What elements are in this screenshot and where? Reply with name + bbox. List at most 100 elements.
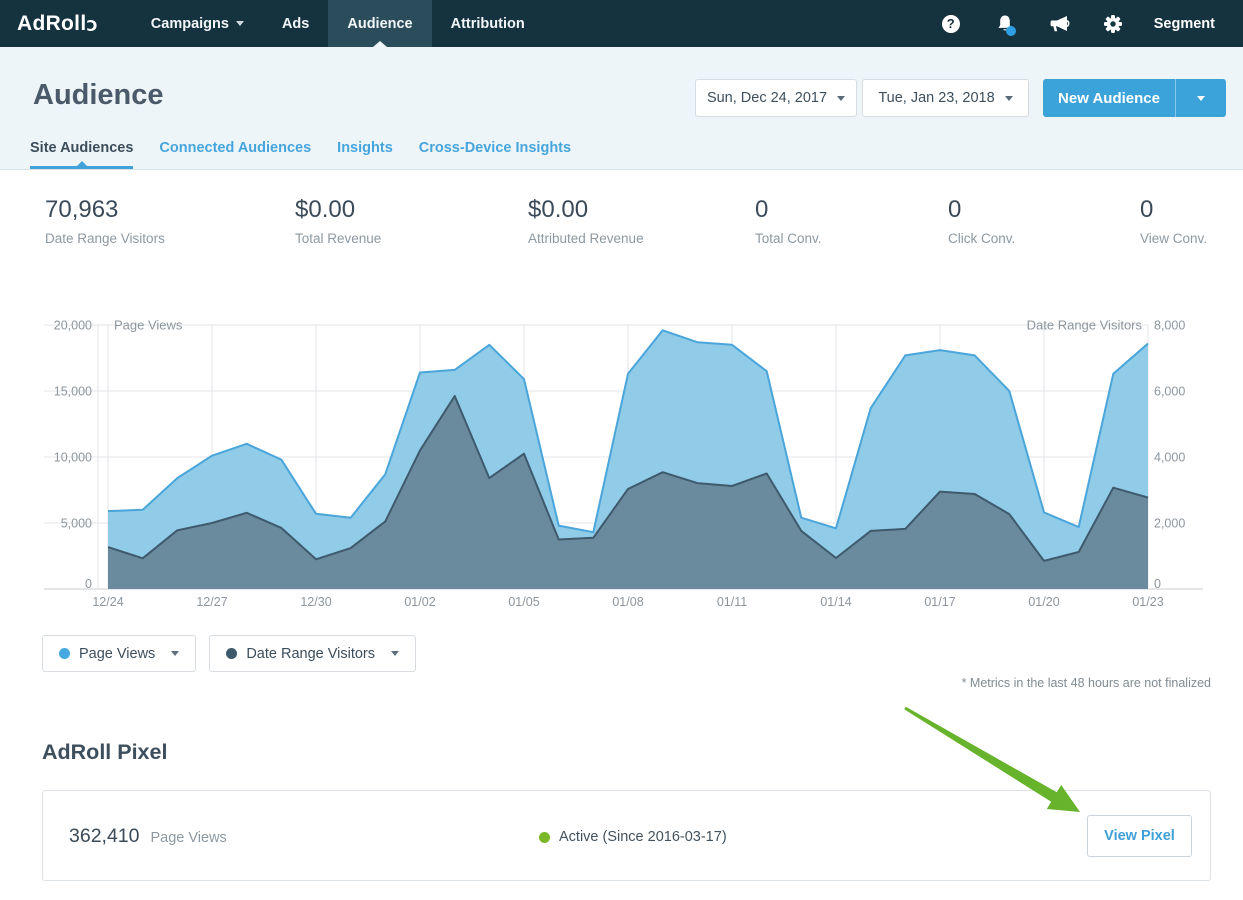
pixel-card: 362,410 Page Views Active (Since 2016-03…	[42, 790, 1211, 881]
nav-audience[interactable]: Audience	[328, 0, 431, 47]
top-navbar: AdRollƆ Campaigns Ads Audience Attributi…	[0, 0, 1243, 47]
svg-text:Date Range Visitors: Date Range Visitors	[1027, 318, 1143, 333]
svg-text:Page Views: Page Views	[114, 318, 183, 333]
stat-label: Date Range Visitors	[45, 231, 295, 246]
account-menu[interactable]: Segment	[1140, 16, 1229, 32]
notifications-icon[interactable]	[978, 14, 1032, 34]
svg-text:01/11: 01/11	[717, 595, 747, 609]
nav-campaigns-label: Campaigns	[151, 16, 229, 32]
page-header: Audience Sun, Dec 24, 2017 Tue, Jan 23, …	[0, 47, 1243, 170]
nav-ads[interactable]: Ads	[263, 0, 328, 47]
legend-page-views[interactable]: Page Views	[42, 635, 196, 672]
stat-attributed-revenue: $0.00 Attributed Revenue	[528, 196, 755, 246]
svg-text:12/24: 12/24	[92, 595, 123, 609]
tab-site-audiences[interactable]: Site Audiences	[30, 140, 133, 169]
stat-label: Total Conv.	[755, 231, 948, 246]
stat-label: Attributed Revenue	[528, 231, 755, 246]
stat-view-conv: 0 View Conv.	[1140, 196, 1207, 246]
pixel-page-views-value: 362,410	[69, 825, 140, 848]
pixel-section-heading: AdRoll Pixel	[42, 740, 167, 765]
tab-insights[interactable]: Insights	[337, 140, 393, 169]
svg-text:01/14: 01/14	[820, 595, 851, 609]
svg-text:10,000: 10,000	[54, 451, 92, 465]
chevron-down-icon	[1197, 96, 1205, 101]
legend-label: Date Range Visitors	[246, 646, 375, 662]
svg-text:15,000: 15,000	[54, 385, 92, 399]
svg-text:8,000: 8,000	[1154, 319, 1185, 333]
nav-attribution-label: Attribution	[451, 16, 525, 32]
nav-attribution[interactable]: Attribution	[432, 0, 544, 47]
adroll-logo-text: AdRoll	[17, 12, 86, 36]
stat-value: 0	[1140, 196, 1207, 224]
svg-text:01/05: 01/05	[508, 595, 539, 609]
stat-value: $0.00	[528, 196, 755, 224]
svg-text:12/30: 12/30	[300, 595, 331, 609]
svg-text:0: 0	[1154, 577, 1161, 591]
traffic-chart: 0 5,000 10,000 15,000 20,000 0 2,000 4,000 6,000…	[0, 310, 1243, 610]
chart-legend: Page Views Date Range Visitors	[42, 635, 416, 672]
svg-text:2,000: 2,000	[1154, 517, 1185, 531]
svg-text:01/20: 01/20	[1028, 595, 1059, 609]
adroll-logo[interactable]: AdRollƆ	[17, 0, 98, 47]
help-icon[interactable]: ?	[924, 15, 978, 33]
pixel-page-views-label: Page Views	[151, 830, 227, 846]
svg-text:20,000: 20,000	[54, 319, 92, 333]
header-controls: Sun, Dec 24, 2017 Tue, Jan 23, 2018 New …	[695, 79, 1226, 117]
metrics-footnote: * Metrics in the last 48 hours are not f…	[962, 676, 1211, 690]
chevron-down-icon	[837, 96, 845, 101]
adroll-logo-curl: Ɔ	[86, 17, 97, 35]
svg-text:01/08: 01/08	[612, 595, 643, 609]
main-nav: Campaigns Ads Audience Attribution	[132, 0, 544, 47]
audience-tabs: Site Audiences Connected Audiences Insig…	[30, 140, 571, 169]
date-range-start[interactable]: Sun, Dec 24, 2017	[695, 79, 857, 117]
new-audience-dropdown-button[interactable]	[1176, 79, 1226, 117]
chevron-down-icon	[1005, 96, 1013, 101]
date-range-end-value: Tue, Jan 23, 2018	[878, 90, 994, 106]
chevron-down-icon	[171, 651, 179, 656]
nav-ads-label: Ads	[282, 16, 309, 32]
view-pixel-button[interactable]: View Pixel	[1087, 815, 1192, 857]
pixel-page-views: 362,410 Page Views	[69, 825, 227, 848]
svg-text:01/23: 01/23	[1132, 595, 1163, 609]
stat-total-conv: 0 Total Conv.	[755, 196, 948, 246]
stat-value: 0	[755, 196, 948, 224]
date-range-end[interactable]: Tue, Jan 23, 2018	[862, 79, 1029, 117]
svg-text:01/17: 01/17	[924, 595, 955, 609]
page-views-dot-icon	[59, 648, 70, 659]
svg-text:5,000: 5,000	[61, 517, 92, 531]
tab-cross-device-insights[interactable]: Cross-Device Insights	[419, 140, 571, 169]
stat-value: 70,963	[45, 196, 295, 224]
audience-chart-svg: 0 5,000 10,000 15,000 20,000 0 2,000 4,000 6,000…	[0, 310, 1243, 610]
svg-text:12/27: 12/27	[196, 595, 227, 609]
svg-text:01/02: 01/02	[404, 595, 435, 609]
page-title: Audience	[33, 79, 164, 112]
gear-icon[interactable]	[1086, 14, 1140, 34]
pixel-status: Active (Since 2016-03-17)	[539, 829, 727, 845]
legend-date-range-visitors[interactable]: Date Range Visitors	[209, 635, 416, 672]
nav-audience-label: Audience	[347, 16, 412, 32]
svg-text:6,000: 6,000	[1154, 385, 1185, 399]
tab-connected-audiences[interactable]: Connected Audiences	[159, 140, 311, 169]
new-audience-split-button: New Audience	[1043, 79, 1226, 117]
chevron-down-icon	[236, 21, 244, 26]
stat-label: View Conv.	[1140, 231, 1207, 246]
legend-label: Page Views	[79, 646, 155, 662]
svg-text:4,000: 4,000	[1154, 451, 1185, 465]
summary-stats: 70,963 Date Range Visitors $0.00 Total R…	[45, 196, 1211, 246]
nav-campaigns[interactable]: Campaigns	[132, 0, 263, 47]
svg-text:0: 0	[85, 577, 92, 591]
stat-total-revenue: $0.00 Total Revenue	[295, 196, 528, 246]
stat-date-range-visitors: 70,963 Date Range Visitors	[45, 196, 295, 246]
stat-label: Click Conv.	[948, 231, 1140, 246]
visitors-dot-icon	[226, 648, 237, 659]
new-audience-button[interactable]: New Audience	[1043, 79, 1176, 117]
status-dot-icon	[539, 832, 550, 843]
megaphone-icon[interactable]	[1032, 14, 1086, 34]
stat-click-conv: 0 Click Conv.	[948, 196, 1140, 246]
active-nav-notch	[373, 41, 387, 47]
chevron-down-icon	[391, 651, 399, 656]
date-range-start-value: Sun, Dec 24, 2017	[707, 90, 827, 106]
pixel-status-text: Active (Since 2016-03-17)	[559, 829, 727, 845]
stat-value: 0	[948, 196, 1140, 224]
navbar-right: ? Segment	[924, 0, 1243, 47]
